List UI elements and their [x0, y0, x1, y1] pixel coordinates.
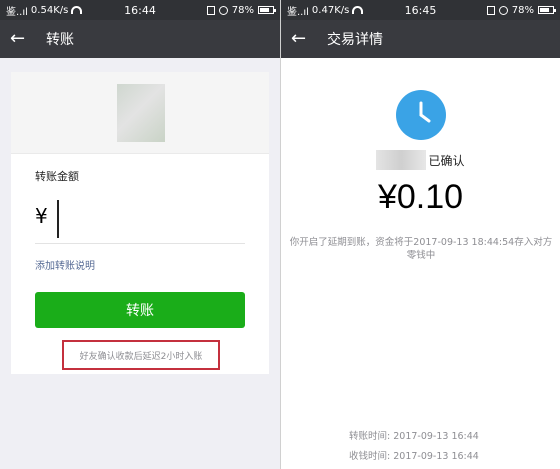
receive-time-label: 收钱时间:: [349, 451, 391, 462]
page-title: 交易详情: [327, 32, 383, 48]
add-note-link[interactable]: 添加转账说明: [35, 257, 95, 272]
receive-time-row: 收钱时间: 2017-09-13 16:44: [349, 448, 479, 462]
currency-symbol: ¥: [35, 204, 48, 228]
transfer-time-label: 转账时间:: [349, 431, 391, 442]
status-bar: 鉴..ıl 0.47K/s 16:45 78%: [281, 0, 560, 20]
delay-info-text: 你开启了延期到账，资金将于2017-09-13 18:44:54存入对方零钱中: [289, 237, 553, 261]
back-arrow-icon[interactable]: ←: [291, 30, 317, 48]
recipient-name-blurred: [376, 150, 427, 170]
confirmed-label: 已确认: [428, 153, 465, 168]
amount-input[interactable]: ¥: [35, 200, 245, 244]
text-cursor: [57, 200, 59, 238]
back-arrow-icon[interactable]: ←: [10, 30, 36, 48]
confirm-status: 已确认: [281, 150, 560, 170]
receive-time-value: 2017-09-13 16:44: [393, 451, 479, 462]
status-bar: 鉴..ıl 0.54K/s 16:44 78%: [0, 0, 280, 20]
transfer-time-value: 2017-09-13 16:44: [393, 431, 479, 442]
transfer-screen: 鉴..ıl 0.54K/s 16:44 78% ← 转账 转账金额 ¥ 添加转账…: [0, 0, 280, 469]
transfer-amount: ¥0.10: [377, 178, 464, 216]
status-time: 16:45: [404, 3, 437, 17]
clock-icon: [396, 90, 446, 140]
amount-label: 转账金额: [35, 170, 79, 183]
transaction-detail-screen: 鉴..ıl 0.47K/s 16:45 78% ← 交易详情 已确认 ¥0.10…: [281, 0, 560, 469]
battery-icon: [258, 6, 276, 14]
nav-bar: ← 转账: [0, 20, 280, 58]
battery-icon: [538, 6, 556, 14]
recipient-header: [11, 72, 269, 154]
page-title: 转账: [46, 32, 74, 48]
nav-bar: ← 交易详情: [281, 20, 560, 58]
transfer-time-row: 转账时间: 2017-09-13 16:44: [349, 428, 479, 442]
status-time: 16:44: [124, 3, 156, 17]
transfer-card: 转账金额 ¥ 添加转账说明 转账 好友确认收款后延迟2小时入账: [11, 72, 269, 374]
delay-note: 好友确认收款后延迟2小时入账: [62, 340, 220, 370]
avatar: [117, 84, 165, 142]
transfer-button[interactable]: 转账: [35, 292, 245, 328]
